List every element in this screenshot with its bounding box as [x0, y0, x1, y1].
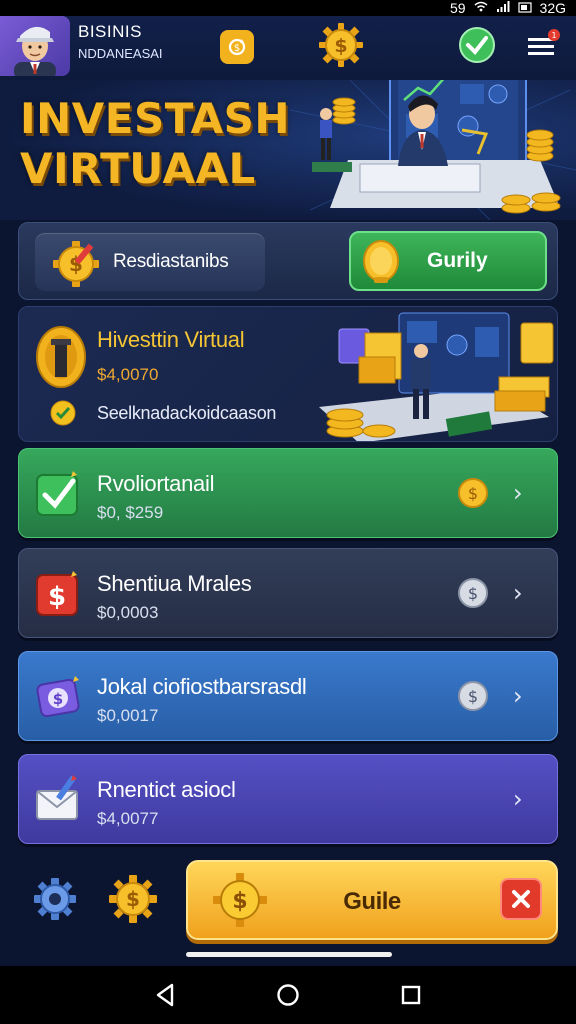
hero-title-line2: VIRTUAAL	[20, 144, 256, 193]
svg-text:$: $	[468, 484, 478, 503]
top-app-bar: BISINIS NDDANEASAI $ $ 1	[0, 16, 576, 80]
gold-coin-icon	[363, 240, 399, 283]
svg-text:$: $	[48, 582, 66, 612]
card-value: $4,0077	[97, 809, 159, 828]
mail-pencil-icon	[36, 775, 78, 820]
home-indicator	[186, 952, 392, 957]
resdiastanibs-label: Resdiastanibs	[113, 251, 229, 272]
chevron-right-icon: ›	[513, 579, 523, 607]
silver-dollar-coin-icon: $	[458, 578, 488, 608]
svg-text:$: $	[468, 687, 478, 706]
svg-text:$: $	[234, 43, 240, 54]
wifi-icon	[474, 1, 488, 15]
profile-info: BISINIS NDDANEASAI	[78, 22, 163, 61]
featured-price: $4,0070	[97, 365, 159, 384]
purple-dollar-card-icon: $	[36, 676, 80, 718]
system-nav-bar	[0, 966, 576, 1024]
hero-banner: INVESTASH VIRTUAAL	[0, 80, 576, 220]
featured-description: Seelknadackoidcaason	[97, 403, 277, 423]
close-button[interactable]	[500, 878, 542, 920]
hero-title: INVESTASH VIRTUAAL	[20, 94, 290, 194]
bottom-action-bar: $ $ Guile	[0, 856, 576, 966]
chevron-right-icon: ›	[513, 785, 523, 813]
check-circle-icon	[50, 400, 76, 426]
coin-gear-icon: $	[109, 875, 157, 923]
card-value: $0,0003	[97, 603, 159, 622]
guile-main-button[interactable]: $ Guile	[186, 860, 558, 940]
recents-square-icon[interactable]	[400, 982, 422, 1008]
svg-text:1: 1	[551, 31, 556, 40]
resdiastanibs-button[interactable]: $ Resdiastanibs	[35, 233, 265, 291]
coin-gear-button[interactable]: $	[318, 22, 364, 68]
silver-dollar-coin-icon: $	[458, 681, 488, 711]
svg-text:$: $	[53, 690, 63, 708]
verified-button[interactable]	[458, 26, 496, 64]
red-dollar-badge-icon: $	[36, 571, 78, 616]
close-icon	[512, 890, 530, 908]
avatar[interactable]	[0, 16, 70, 76]
gear-icon	[34, 878, 76, 920]
settings-button[interactable]	[32, 876, 78, 922]
refresh-icon: $	[228, 38, 246, 56]
menu-button[interactable]: 1	[522, 26, 562, 66]
profile-name: BISINIS	[78, 22, 142, 41]
coin-settings-button[interactable]: $	[108, 874, 158, 924]
chevron-right-icon: ›	[513, 479, 523, 507]
investment-card-3[interactable]: $ Jokal ciofiostbarsrasdl $0,0017 $ ›	[18, 651, 558, 741]
chevron-right-icon: ›	[513, 682, 523, 710]
card-value: $0, $259	[97, 503, 164, 522]
investor-workspace-illustration	[290, 80, 576, 220]
card-title: Jokal ciofiostbarsrasdl	[97, 674, 307, 699]
gurily-label: Gurily	[427, 249, 488, 272]
svg-text:$: $	[468, 584, 478, 603]
back-triangle-icon[interactable]	[154, 982, 176, 1008]
svg-text:$: $	[334, 35, 347, 57]
svg-text:$: $	[126, 887, 140, 911]
battery-icon	[517, 1, 532, 16]
card-title: Rnentict asiocl	[97, 777, 236, 802]
status-bar: 59 32G	[0, 0, 576, 16]
gold-dollar-coin-icon: $	[458, 478, 488, 508]
refresh-coin-button[interactable]: $	[220, 30, 254, 64]
featured-investment-card[interactable]: Hivesttin Virtual $4,0070 Seelknadackoid…	[18, 306, 558, 442]
gurily-button[interactable]: Gurily	[349, 231, 547, 291]
home-circle-icon[interactable]	[276, 982, 300, 1008]
coin-gear-pencil-icon: $	[53, 241, 99, 287]
card-title: Rvoliortanail	[97, 471, 215, 496]
investment-card-1[interactable]: Rvoliortanail $0, $259 $ ›	[18, 448, 558, 538]
investment-card-4[interactable]: Rnentict asiocl $4,0077 ›	[18, 754, 558, 844]
check-box-icon	[36, 471, 78, 516]
card-value: $0,0017	[97, 706, 159, 725]
action-row: $ Resdiastanibs Gurily	[18, 222, 558, 300]
hero-title-line1: INVESTASH	[20, 94, 291, 143]
oil-coin-icon	[36, 326, 86, 388]
investment-card-2[interactable]: $ Shentiua Mrales $0,0003 $ ›	[18, 548, 558, 638]
check-icon	[459, 27, 495, 63]
coin-gear-icon: $	[319, 23, 363, 67]
trading-desk-illustration	[319, 312, 554, 441]
card-title: Shentiua Mrales	[97, 571, 252, 596]
profile-subtitle: NDDANEASAI	[78, 46, 163, 61]
status-time: 32G	[539, 0, 566, 16]
status-number: 59	[449, 0, 466, 16]
signal-icon	[496, 1, 510, 15]
featured-title: Hivesttin Virtual	[97, 327, 245, 352]
hamburger-menu-icon: 1	[528, 29, 560, 55]
